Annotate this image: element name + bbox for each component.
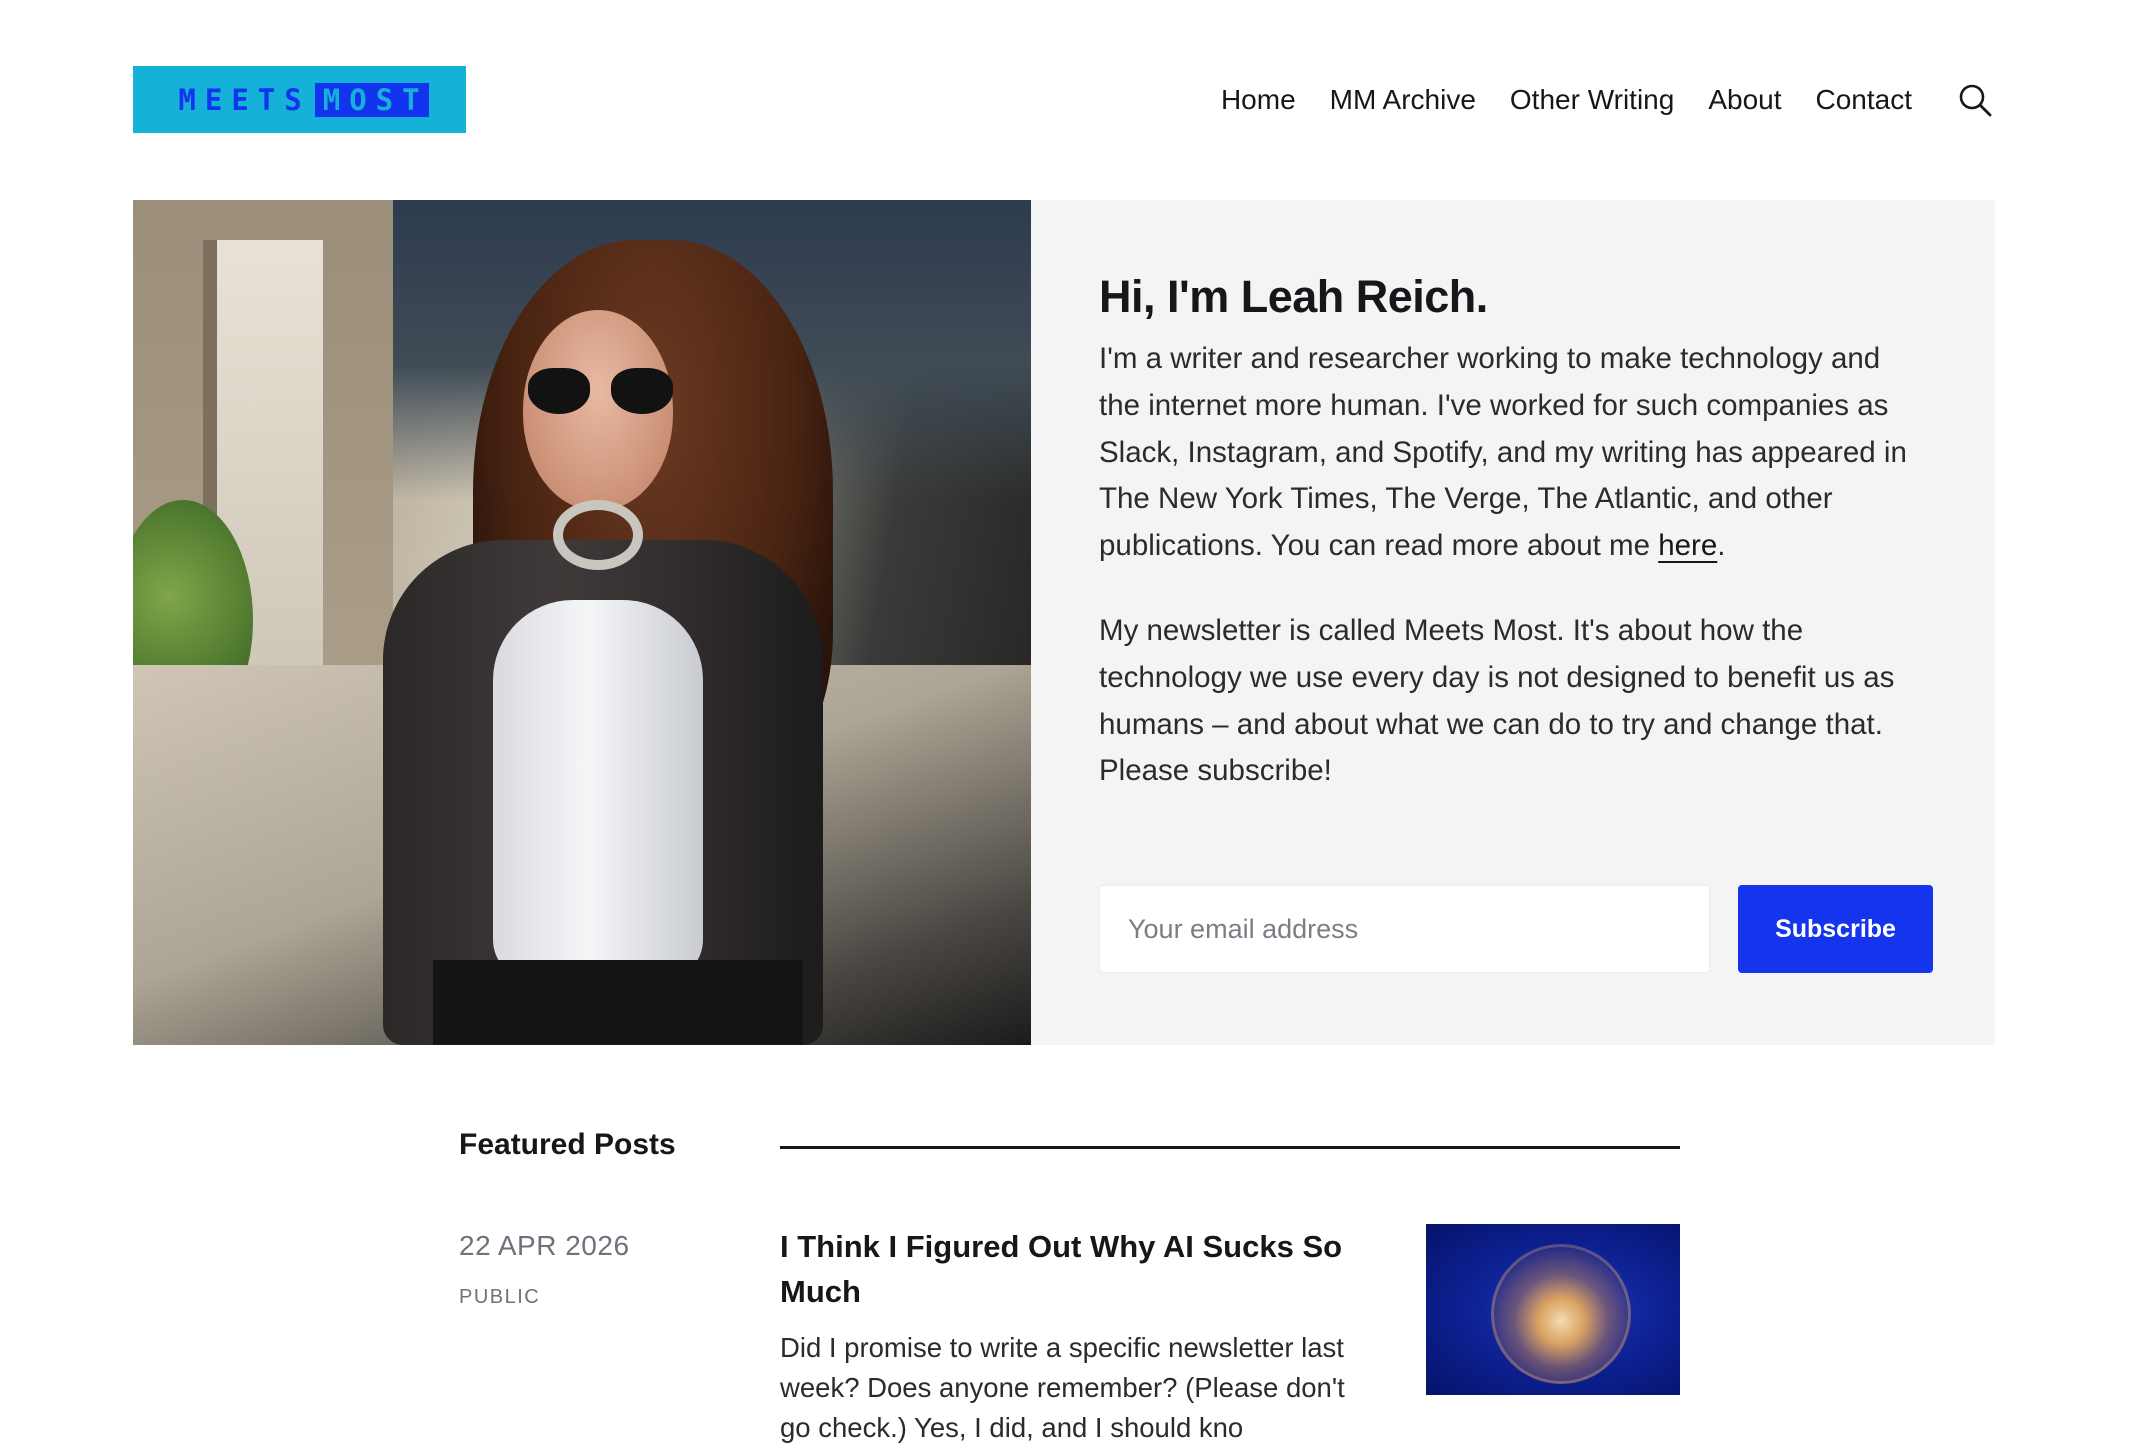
post-date: 22 APR 2026 [459,1230,630,1261]
subscribe-button[interactable]: Subscribe [1738,885,1933,973]
nav-item-about[interactable]: About [1708,84,1781,116]
hero-section: Hi, I'm Leah Reich. I'm a writer and res… [133,200,1995,1045]
logo-word-meets: MEETS [178,82,311,117]
hero-title: Hi, I'm Leah Reich. [1099,271,1488,322]
email-input[interactable] [1099,885,1710,973]
nav-item-other-writing[interactable]: Other Writing [1510,84,1674,116]
post-card[interactable]: 22 APR 2026 PUBLIC I Think I Figured Out… [459,1224,1680,1443]
main-nav: Home MM Archive Other Writing About Cont… [1221,66,1912,133]
logo-word-most: MOST [314,82,429,117]
featured-posts-heading: Featured Posts [459,1128,676,1161]
post-excerpt: Did I promise to write a specific newsle… [780,1332,1345,1443]
hero-intro-text: I'm a writer and researcher working to m… [1099,342,1907,563]
nav-item-contact[interactable]: Contact [1816,84,1913,116]
section-divider [780,1146,1680,1149]
hero-text: Hi, I'm Leah Reich. I'm a writer and res… [1099,270,1929,795]
about-link[interactable]: here [1658,529,1717,562]
site-header: MEETS MOST Home MM Archive Other Writing… [133,66,1995,133]
hero-intro-end: . [1717,529,1726,563]
hero-intro: I'm a writer and researcher working to m… [1099,336,1929,570]
search-icon [1959,84,1992,117]
post-thumbnail[interactable] [1426,1224,1680,1395]
author-photo [133,200,1031,1045]
site-logo[interactable]: MEETS MOST [133,66,466,133]
search-button[interactable] [1955,80,1995,120]
post-title[interactable]: I Think I Figured Out Why AI Sucks So Mu… [780,1224,1360,1314]
hero-newsletter-text: My newsletter is called Meets Most. It's… [1099,613,1895,788]
subscribe-form: Subscribe [1099,885,1933,973]
nav-item-home[interactable]: Home [1221,84,1296,116]
nav-item-mm-archive[interactable]: MM Archive [1330,84,1476,116]
post-visibility-badge: PUBLIC [459,1286,541,1308]
